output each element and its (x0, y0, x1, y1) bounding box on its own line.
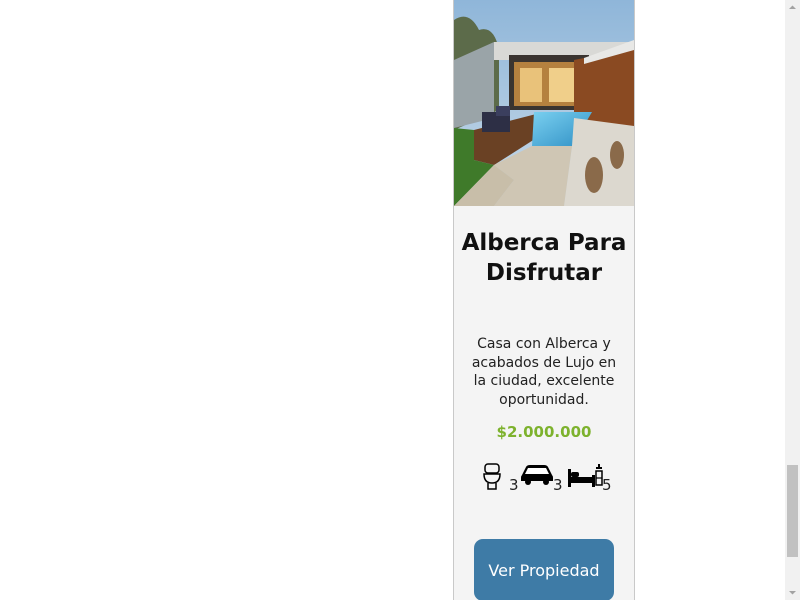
scroll-down-arrow-icon[interactable] (785, 585, 800, 600)
property-title: Alberca Para Disfrutar (461, 230, 627, 286)
property-card: Alberca Para Disfrutar Casa con Alberca … (453, 0, 635, 600)
bathroom-count: 3 (509, 476, 519, 494)
car-icon (521, 465, 553, 485)
property-description: Casa con Alberca y acabados de Lujo en l… (471, 336, 617, 408)
scroll-up-arrow-icon[interactable] (785, 0, 800, 15)
scrollbar-thumb[interactable] (787, 465, 798, 557)
parking-count: 3 (553, 476, 563, 494)
view-property-button[interactable]: Ver Propiedad (474, 539, 614, 600)
bed-icon (568, 464, 603, 487)
bedroom-count: 5 (602, 476, 612, 494)
property-price: $2.000.000 (496, 423, 592, 441)
vertical-scrollbar[interactable] (785, 0, 800, 600)
property-photo[interactable] (454, 0, 634, 206)
toilet-icon (483, 463, 501, 490)
